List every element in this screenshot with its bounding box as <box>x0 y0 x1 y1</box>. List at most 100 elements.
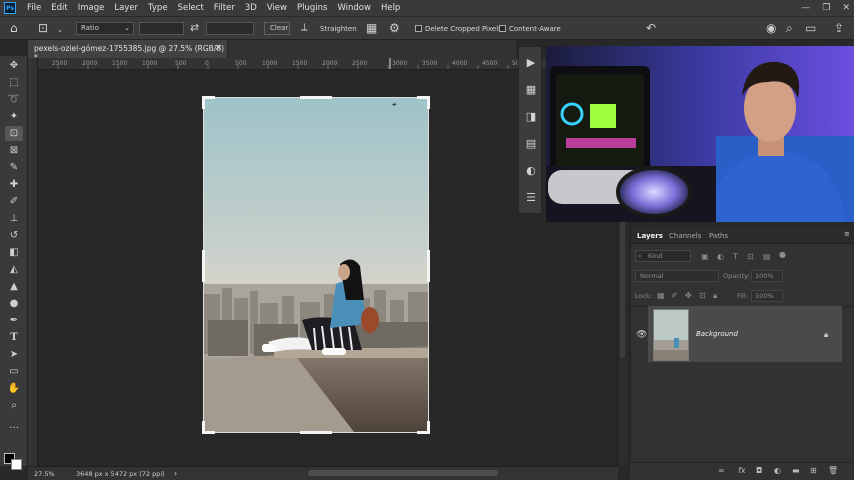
filter-toggle-icon[interactable]: ● <box>779 250 786 259</box>
chevron-down-icon[interactable]: ⌄ <box>57 23 63 37</box>
lock-transparent-icon[interactable]: ▦ <box>657 291 665 300</box>
fx-icon[interactable]: fx <box>738 466 746 475</box>
crop-handle-top-right[interactable] <box>427 96 430 109</box>
vertical-scroll-thumb[interactable] <box>620 208 625 358</box>
menu-image[interactable]: Image <box>73 0 110 16</box>
lock-artboard-icon[interactable]: ⊡ <box>699 291 706 300</box>
crop-handle-bottom[interactable] <box>300 431 332 434</box>
tab-channels[interactable]: Channels <box>669 232 701 240</box>
hand-tool-icon[interactable]: ✋ <box>5 381 23 396</box>
swatches-icon[interactable]: ▤ <box>524 137 538 151</box>
menu-3d[interactable]: 3D <box>240 0 262 16</box>
straighten-icon[interactable]: ⟂ <box>301 21 308 35</box>
background-color-swatch[interactable] <box>11 459 22 470</box>
crop-handle-top-left[interactable] <box>202 96 205 109</box>
filter-adjustment-icon[interactable]: ◐ <box>717 252 724 261</box>
lock-move-icon[interactable]: ✥ <box>685 291 692 300</box>
paint-bucket-icon[interactable]: ◭ <box>5 262 23 277</box>
filter-shape-icon[interactable]: ⊡ <box>747 252 754 261</box>
lock-brush-icon[interactable]: ✐ <box>671 291 678 300</box>
move-tool-icon[interactable]: ✥ <box>5 58 23 73</box>
filter-pixel-icon[interactable]: ▣ <box>701 252 709 261</box>
gradient-icon[interactable]: ◨ <box>524 110 538 124</box>
crop-handle-right[interactable] <box>427 250 430 282</box>
crop-tool-icon[interactable]: ⊡ <box>38 21 48 35</box>
frame-tool-icon[interactable]: ⊠ <box>5 143 23 158</box>
layer-mask-icon[interactable]: ◘ <box>756 466 762 475</box>
layer-lock-icon[interactable]: 🔒︎ <box>824 330 828 340</box>
menu-plugins[interactable]: Plugins <box>292 0 332 16</box>
menu-type[interactable]: Type <box>143 0 173 16</box>
maximize-button[interactable]: ❐ <box>822 0 830 16</box>
zoom-tool-icon[interactable]: ⌕ <box>5 398 23 413</box>
crop-handle-left[interactable] <box>202 250 205 282</box>
lock-all-icon[interactable]: 🔒︎ <box>713 291 717 301</box>
trash-icon[interactable]: 🗑︎ <box>828 466 838 475</box>
menu-filter[interactable]: Filter <box>209 0 240 16</box>
clear-button[interactable]: Clear <box>264 22 290 35</box>
clone-stamp-icon[interactable]: ⊥ <box>5 211 23 226</box>
gear-icon[interactable]: ⚙ <box>389 21 400 35</box>
menu-layer[interactable]: Layer <box>109 0 143 16</box>
menu-file[interactable]: File <box>22 0 46 16</box>
crop-handle-bottom-left[interactable] <box>202 421 205 434</box>
ratio-select[interactable]: Ratio ⌄ <box>76 22 134 35</box>
rectangle-tool-icon[interactable]: ▭ <box>5 364 23 379</box>
history-brush-icon[interactable]: ↺ <box>5 228 23 243</box>
search-icon[interactable]: ⌕ <box>786 21 793 35</box>
minimize-button[interactable]: — <box>801 0 810 16</box>
swap-icon[interactable]: ⇄ <box>190 21 199 35</box>
horizontal-scroll-thumb[interactable] <box>308 470 498 476</box>
marquee-tool-icon[interactable]: ⬚ <box>5 75 23 90</box>
new-layer-icon[interactable]: ⊞ <box>810 466 817 475</box>
tab-paths[interactable]: Paths <box>709 232 728 240</box>
dodge-tool-icon[interactable]: ● <box>5 296 23 311</box>
status-menu-arrow[interactable]: › <box>174 469 177 478</box>
document-tab[interactable]: pexels-oziel-gómez-1755385.jpg @ 27.5% (… <box>28 40 228 62</box>
adjustments-icon[interactable]: ◐ <box>524 164 538 178</box>
crop-border[interactable] <box>203 97 429 433</box>
workspace-icon[interactable]: ▭ <box>805 21 816 35</box>
opacity-input[interactable]: 100% <box>751 270 783 282</box>
type-tool-icon[interactable]: T <box>5 330 23 345</box>
kind-filter-select[interactable]: ⌕ Kind <box>635 250 691 262</box>
adjustment-layer-icon[interactable]: ◐ <box>774 466 781 475</box>
filter-type-icon[interactable]: T <box>733 252 738 261</box>
visibility-eye-icon[interactable]: 👁︎ <box>636 330 647 340</box>
width-input[interactable] <box>139 22 184 35</box>
layer-name[interactable]: Background <box>696 330 738 338</box>
menu-view[interactable]: View <box>262 0 292 16</box>
filter-smart-object-icon[interactable]: ▤ <box>763 252 771 261</box>
blur-tool-icon[interactable]: ▲ <box>5 279 23 294</box>
link-layers-icon[interactable]: ∞ <box>718 466 725 475</box>
lasso-tool-icon[interactable]: ➰ <box>5 92 23 107</box>
brush-tool-icon[interactable]: ✐ <box>5 194 23 209</box>
straighten-label[interactable]: Straighten <box>320 25 357 33</box>
blend-mode-select[interactable]: Normal <box>635 270 719 282</box>
tab-layers[interactable]: Layers <box>637 232 663 240</box>
healing-brush-icon[interactable]: ✚ <box>5 177 23 192</box>
group-folder-icon[interactable]: ▬ <box>792 466 800 475</box>
crop-handle-top[interactable] <box>300 96 332 99</box>
user-icon[interactable]: ◉ <box>766 21 776 35</box>
home-icon[interactable]: ⌂ <box>10 21 18 35</box>
close-button[interactable]: ✕ <box>842 0 850 16</box>
undo-icon[interactable]: ↶ <box>646 21 656 35</box>
table-icon[interactable]: ▦ <box>524 83 538 97</box>
zoom-level[interactable]: 27.5% <box>34 470 55 478</box>
path-selection-icon[interactable]: ➤ <box>5 347 23 362</box>
grid-overlay-icon[interactable]: ▦ <box>366 21 377 35</box>
fill-input[interactable]: 100% <box>751 290 783 302</box>
play-icon[interactable]: ▶ <box>524 56 538 70</box>
menu-window[interactable]: Window <box>332 0 376 16</box>
height-input[interactable] <box>206 22 254 35</box>
panel-menu-icon[interactable]: ≡ <box>844 230 850 238</box>
menu-edit[interactable]: Edit <box>46 0 72 16</box>
menu-help[interactable]: Help <box>376 0 405 16</box>
crop-handle-bottom-right[interactable] <box>427 421 430 434</box>
eraser-tool-icon[interactable]: ◧ <box>5 245 23 260</box>
properties-icon[interactable]: ☰ <box>524 191 538 205</box>
share-icon[interactable]: ⇪ <box>834 21 844 35</box>
eyedropper-tool-icon[interactable]: ✎ <box>5 160 23 175</box>
more-tools-icon[interactable]: … <box>5 418 23 433</box>
